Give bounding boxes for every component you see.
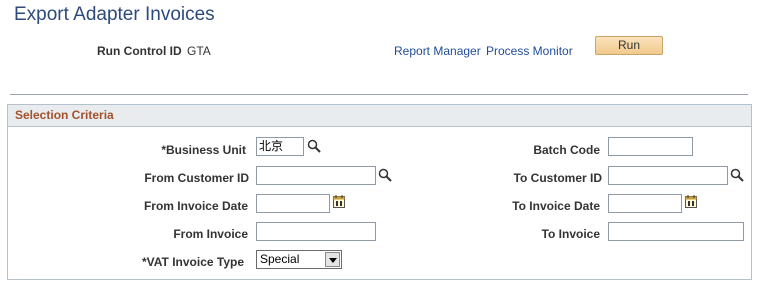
report-manager-link[interactable]: Report Manager	[394, 44, 481, 58]
vat-invoice-type-value: Special	[260, 252, 300, 266]
to-customer-id-label: To Customer ID	[513, 171, 602, 185]
batch-code-label: Batch Code	[533, 143, 600, 157]
run-button[interactable]: Run	[595, 36, 663, 55]
from-invoice-date-input[interactable]	[256, 194, 330, 213]
from-invoice-label: From Invoice	[173, 227, 248, 241]
selection-criteria-box	[7, 104, 752, 280]
vat-invoice-type-select[interactable]: Special	[256, 250, 342, 269]
selection-criteria-title: Selection Criteria	[15, 108, 114, 122]
process-monitor-link[interactable]: Process Monitor	[486, 44, 573, 58]
from-invoice-input[interactable]	[256, 222, 376, 241]
from-invoice-date-calendar-icon[interactable]	[333, 195, 345, 213]
divider	[10, 94, 748, 95]
from-customer-id-input[interactable]	[256, 166, 376, 185]
page-title: Export Adapter Invoices	[14, 4, 215, 25]
to-invoice-date-input[interactable]	[608, 194, 682, 213]
to-customer-id-input[interactable]	[608, 166, 728, 185]
from-customer-id-lookup-icon[interactable]	[378, 168, 392, 187]
from-invoice-date-label: From Invoice Date	[143, 199, 248, 213]
run-control-id-value: GTA	[187, 44, 211, 58]
from-customer-id-label: From Customer ID	[144, 171, 249, 185]
batch-code-input[interactable]	[608, 137, 693, 156]
run-control-id-label: Run Control ID	[97, 44, 182, 58]
to-customer-id-lookup-icon[interactable]	[730, 168, 744, 187]
to-invoice-date-calendar-icon[interactable]	[685, 195, 697, 213]
business-unit-lookup-icon[interactable]	[307, 139, 321, 158]
to-invoice-input[interactable]	[608, 222, 744, 241]
business-unit-label: *Business Unit	[161, 143, 246, 157]
vat-invoice-type-label: *VAT Invoice Type	[141, 255, 244, 269]
chevron-down-icon[interactable]	[325, 252, 340, 267]
to-invoice-date-label: To Invoice Date	[512, 199, 600, 213]
selection-criteria-header	[8, 105, 751, 127]
business-unit-input[interactable]: 北京	[256, 137, 304, 156]
to-invoice-label: To Invoice	[541, 227, 600, 241]
